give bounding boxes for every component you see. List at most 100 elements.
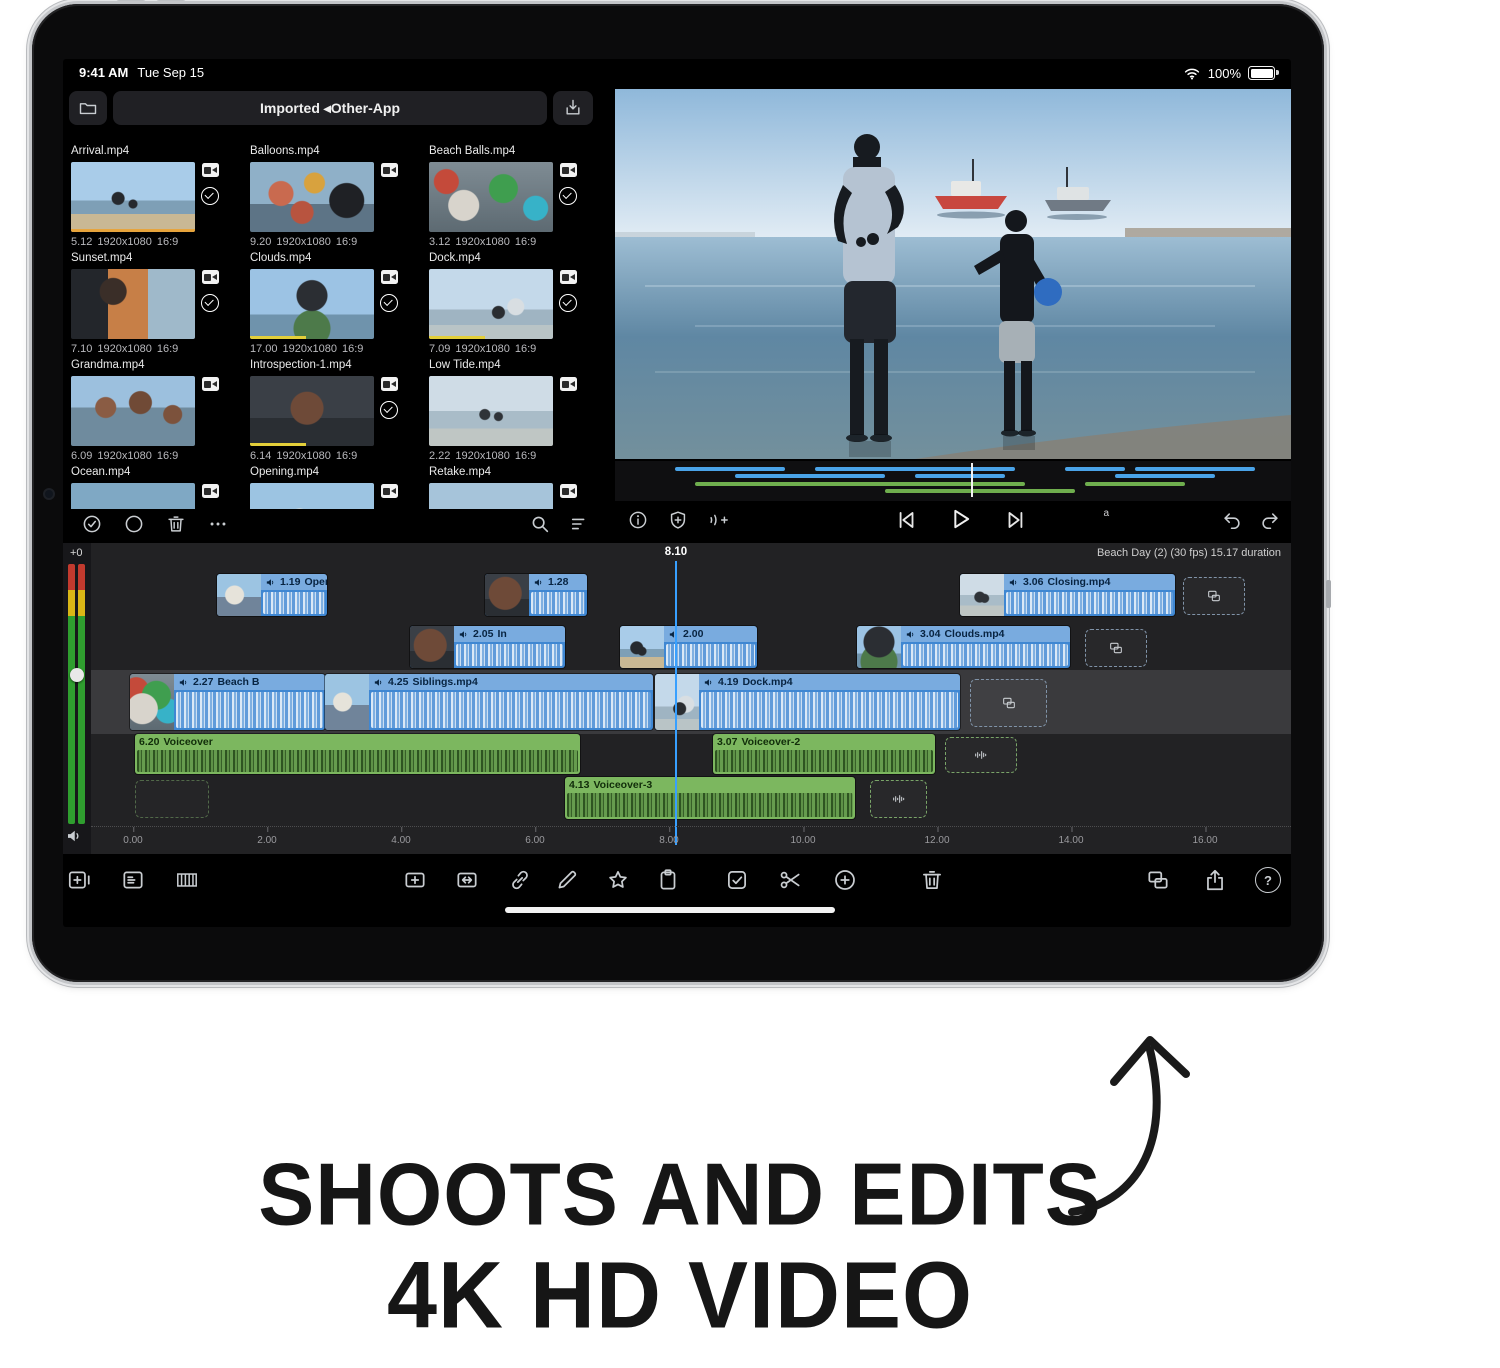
library-clip[interactable]: Clouds.mp4 17.001920x108016:9 xyxy=(250,252,424,359)
layers-icon xyxy=(1108,640,1124,656)
timeline-clip[interactable]: 4.25Siblings.mp4 xyxy=(325,674,653,730)
add-clip-to-timeline-button[interactable] xyxy=(66,867,92,893)
undo-icon xyxy=(1221,509,1243,531)
select-button[interactable] xyxy=(724,867,750,893)
timeline-audio-clip[interactable]: 3.07Voiceover-2 xyxy=(713,734,935,774)
library-clip[interactable]: Dock.mp4 7.091920x108016:9 xyxy=(429,252,603,359)
timeline-audio-clip[interactable]: 4.13Voiceover-3 xyxy=(565,777,855,819)
transition-placeholder[interactable] xyxy=(1183,577,1245,615)
clip-thumbnail xyxy=(71,483,195,509)
clip-details-button[interactable] xyxy=(120,867,146,893)
clip-thumbnail xyxy=(620,626,664,668)
add-track-icon xyxy=(66,867,92,893)
clip-info: 17.001920x108016:9 xyxy=(250,343,424,355)
audio-waveform xyxy=(137,750,578,772)
favorite-button[interactable] xyxy=(605,867,631,893)
import-button[interactable] xyxy=(553,91,593,125)
library-grid: Arrival.mp4 5.121920x108016:9 Balloons.m… xyxy=(71,145,603,509)
transition-placeholder[interactable] xyxy=(970,679,1047,727)
clip-filename: Opening.mp4 xyxy=(250,466,424,480)
help-settings-button[interactable]: ? xyxy=(1255,867,1281,893)
add-marker-button[interactable] xyxy=(667,509,689,531)
clipboard-button[interactable] xyxy=(655,867,681,893)
video-preview[interactable] xyxy=(615,89,1291,459)
more-options-button[interactable] xyxy=(207,513,229,535)
link-clips-button[interactable] xyxy=(507,867,533,893)
add-button[interactable] xyxy=(832,867,858,893)
library-clip[interactable]: Grandma.mp4 6.091920x108016:9 xyxy=(71,359,245,466)
multi-select-button[interactable] xyxy=(81,513,103,535)
front-camera xyxy=(45,490,53,498)
audio-waveform xyxy=(263,592,325,614)
clip-filename: Dock.mp4 xyxy=(429,252,603,266)
library-clip[interactable]: Sunset.mp4 7.101920x108016:9 xyxy=(71,252,245,359)
timeline-clip[interactable]: 2.00 xyxy=(620,626,757,668)
redo-button[interactable] xyxy=(1259,509,1281,531)
preview-scrubber[interactable] xyxy=(615,461,1291,501)
undo-button[interactable] xyxy=(1221,509,1243,531)
library-clip[interactable]: Opening.mp4 xyxy=(250,466,424,509)
folder-icon xyxy=(78,98,98,118)
master-gain-label: +0 xyxy=(70,547,83,559)
timeline-zoom-button[interactable] xyxy=(174,867,200,893)
library-source-button[interactable] xyxy=(69,91,107,125)
skip-back-button[interactable] xyxy=(893,507,919,533)
share-export-button[interactable] xyxy=(1202,867,1228,893)
edit-clip-button[interactable] xyxy=(554,867,580,893)
timeline-clip[interactable]: 2.05In xyxy=(410,626,565,668)
battery-icon xyxy=(1248,66,1275,80)
layout-button[interactable] xyxy=(1145,867,1171,893)
audio-transition-placeholder[interactable] xyxy=(945,737,1017,773)
audio-transition-placeholder[interactable] xyxy=(870,780,927,818)
search-button[interactable] xyxy=(529,513,551,535)
transition-placeholder[interactable] xyxy=(1085,629,1147,667)
timeline-clip[interactable]: 3.04Clouds.mp4 xyxy=(857,626,1070,668)
mute-speaker-button[interactable] xyxy=(65,827,83,845)
library-clip[interactable]: Introspection-1.mp4 6.141920x108016:9 xyxy=(250,359,424,466)
library-clip[interactable]: Balloons.mp4 9.201920x108016:9 xyxy=(250,145,424,252)
skip-forward-button[interactable] xyxy=(1003,507,1029,533)
speaker-icon xyxy=(373,677,384,688)
library-title[interactable]: Imported ◂Other-App xyxy=(113,91,547,125)
library-clip[interactable]: Arrival.mp4 5.121920x108016:9 xyxy=(71,145,245,252)
overwrite-clip-button[interactable] xyxy=(454,867,480,893)
volume-up-button[interactable] xyxy=(116,0,146,1)
audio-placeholder[interactable] xyxy=(135,780,209,818)
share-icon xyxy=(1202,867,1228,893)
clip-filename: Sunset.mp4 xyxy=(71,252,245,266)
volume-down-button[interactable] xyxy=(156,0,186,1)
library-clip[interactable]: Ocean.mp4 xyxy=(71,466,245,509)
timeline-audio-clip[interactable]: 6.20Voiceover xyxy=(135,734,580,774)
clip-check-icon xyxy=(559,187,577,205)
record-button[interactable] xyxy=(123,513,145,535)
audio-config-button[interactable] xyxy=(707,509,729,531)
scrubber-segment xyxy=(1065,467,1125,471)
timeline-clip[interactable]: 1.28 xyxy=(485,574,587,616)
home-indicator[interactable] xyxy=(505,907,835,913)
insert-clip-button[interactable] xyxy=(402,867,428,893)
play-button[interactable] xyxy=(946,505,974,533)
scrubber-segment xyxy=(695,482,1025,486)
library-clip[interactable]: Low Tide.mp4 2.221920x108016:9 xyxy=(429,359,603,466)
split-clip-button[interactable] xyxy=(777,867,803,893)
clip-info-button[interactable] xyxy=(627,509,649,531)
timeline-clip[interactable]: 4.19Dock.mp4 xyxy=(655,674,960,730)
clipboard-icon xyxy=(655,867,681,893)
delete-clip-button[interactable] xyxy=(165,513,187,535)
timeline-clip[interactable]: 2.27Beach B xyxy=(130,674,325,730)
info-icon xyxy=(627,509,649,531)
plus-circle-icon xyxy=(832,867,858,893)
waveform-icon xyxy=(973,747,989,763)
library-clip[interactable]: Beach Balls.mp4 3.121920x108016:9 xyxy=(429,145,603,252)
timeline-clip[interactable]: 3.06Closing.mp4 xyxy=(960,574,1175,616)
volume-slider-knob[interactable] xyxy=(70,668,84,682)
clip-thumbnail xyxy=(250,162,374,232)
frame-strip-icon xyxy=(174,867,200,893)
library-clip[interactable]: Retake.mp4 xyxy=(429,466,603,509)
clip-thumbnail xyxy=(429,483,553,509)
speaker-icon xyxy=(1008,577,1019,588)
timeline-playhead[interactable] xyxy=(675,561,677,845)
timeline-clip[interactable]: 1.19Open xyxy=(217,574,327,616)
delete-button[interactable] xyxy=(919,867,945,893)
scrubber-playhead[interactable] xyxy=(971,463,973,497)
